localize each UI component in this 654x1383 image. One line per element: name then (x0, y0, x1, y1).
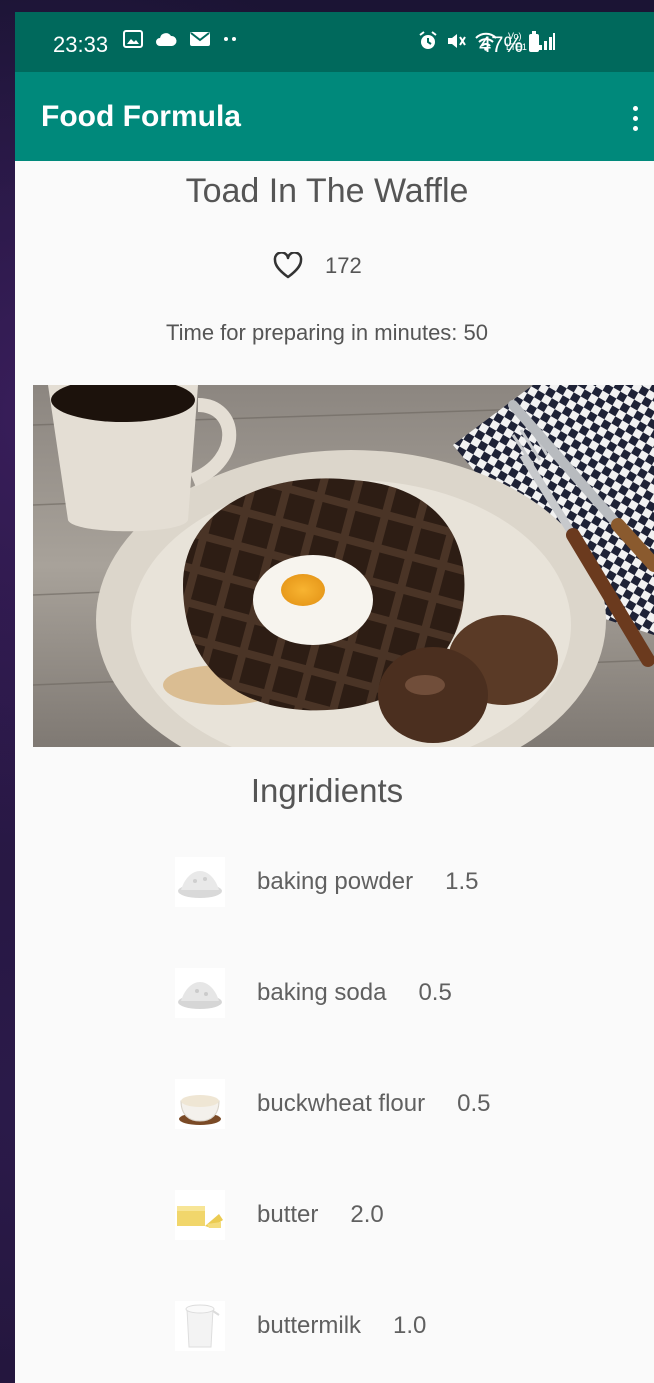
prep-time: Time for preparing in minutes: 50 (166, 320, 488, 345)
ingredient-name: butter (257, 1201, 319, 1228)
app-screen: 23:33 Vo) LTE1 47% Food Formula Toad In … (15, 12, 654, 1383)
menu-dot (632, 125, 638, 131)
menu-dot (632, 115, 638, 121)
image-icon (123, 30, 143, 48)
alarm-icon (419, 31, 437, 49)
dish-illustration (33, 385, 654, 747)
battery-percent: 47% (479, 32, 524, 57)
menu-dot (632, 105, 638, 111)
buckwheat-flour-icon (175, 1079, 225, 1129)
status-notification-icons (123, 30, 239, 48)
more-dots-icon (224, 37, 236, 41)
status-time: 23:33 (53, 32, 109, 57)
likes-count: 172 (325, 253, 362, 278)
ingredient-name: baking powder (257, 868, 414, 895)
signal-icon (539, 33, 555, 50)
ingredient-name: baking soda (257, 979, 387, 1006)
dish-photo (33, 385, 654, 747)
ingredient-qty: 1.5 (445, 868, 479, 895)
app-title: Food Formula (41, 100, 241, 133)
butter-icon (175, 1190, 225, 1240)
mail-icon (190, 32, 210, 46)
ingredient-name: buckwheat flour (257, 1090, 426, 1117)
ingredient-qty: 0.5 (457, 1090, 491, 1117)
baking-soda-icon (175, 968, 225, 1018)
mute-icon (448, 34, 466, 48)
heart-icon[interactable] (273, 252, 303, 280)
overflow-menu-icon[interactable] (619, 102, 651, 134)
ingredient-item-baking-powder[interactable]: baking powder 1.5 (175, 857, 478, 907)
ingredient-name: buttermilk (257, 1312, 362, 1339)
ingredient-qty: 1.0 (393, 1312, 427, 1339)
app-toolbar: Food Formula (15, 72, 654, 161)
ingredient-item-baking-soda[interactable]: baking soda 0.5 (175, 968, 452, 1018)
baking-powder-icon (175, 857, 225, 907)
ingredient-qty: 0.5 (418, 979, 452, 1006)
ingredients-heading: Ingridients (250, 772, 404, 809)
ingredient-item-buckwheat-flour[interactable]: buckwheat flour 0.5 (175, 1079, 490, 1129)
status-bar: 23:33 Vo) LTE1 47% (15, 12, 654, 72)
cloud-icon (156, 33, 177, 46)
ingredient-item-butter[interactable]: butter 2.0 (175, 1190, 384, 1240)
likes-row: 172 (273, 252, 362, 280)
ingredient-qty: 2.0 (350, 1201, 384, 1228)
ingredient-item-buttermilk[interactable]: buttermilk 1.0 (175, 1301, 426, 1351)
buttermilk-icon (175, 1301, 225, 1351)
battery-icon (529, 31, 539, 52)
recipe-title: Toad In The Waffle (185, 172, 469, 210)
